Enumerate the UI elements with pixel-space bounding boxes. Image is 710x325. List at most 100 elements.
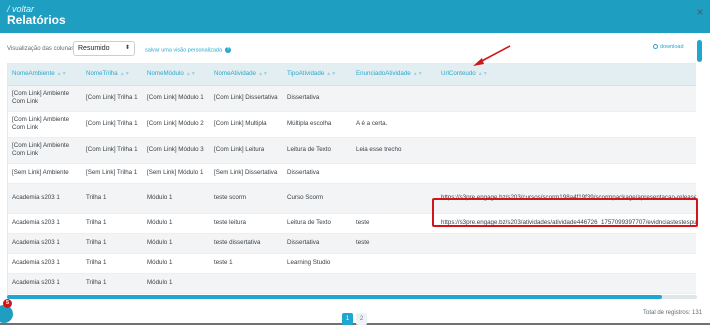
table-cell: Trilha 1	[82, 233, 143, 254]
table-cell: Módulo 1	[143, 233, 210, 254]
table-cell: Leia esse trecho	[352, 137, 437, 164]
sort-icon[interactable]: ▲▼	[413, 71, 423, 77]
table-cell: Academia s203 1	[8, 273, 82, 294]
table-cell	[437, 163, 696, 184]
table-cell	[352, 253, 437, 274]
table-cell	[210, 273, 283, 294]
table-row: [Com Link] Ambiente Com Link [Com Link] …	[8, 137, 696, 164]
table-cell: Learning Studio	[283, 253, 352, 274]
sort-icon[interactable]: ▲▼	[120, 71, 130, 77]
table-cell: teste	[352, 213, 437, 234]
column-view-select[interactable]: Resumido ⬍	[73, 41, 135, 56]
table-header: NomeAmbiente ▲▼ NomeTrilha ▲▼ NomeMódulo ▲▼…	[8, 63, 696, 86]
table-cell: Leitura de Texto	[283, 137, 352, 164]
save-view-label: salvar uma visão personalizada	[145, 47, 223, 54]
table-cell: [Com Link] Módulo 3	[143, 137, 210, 164]
column-header[interactable]: NomeAtividade ▲▼	[210, 63, 283, 86]
table-body: [Com Link] Ambiente Com Link [Com Link] …	[8, 85, 696, 294]
reports-modal: / voltar Relatórios × Visualização das c…	[0, 0, 710, 325]
table-cell: Curso Scorm	[283, 183, 352, 214]
table-row: Academia s203 1 Trilha 1 Módulo 1 teste …	[8, 253, 696, 274]
table-cell: Trilha 1	[82, 253, 143, 274]
table-cell: A é a certa.	[352, 111, 437, 138]
table-cell	[352, 85, 437, 112]
table-cell: [Com Link] Dissertativa	[210, 85, 283, 112]
report-table: NomeAmbiente ▲▼ NomeTrilha ▲▼ NomeMódulo ▲▼…	[8, 63, 696, 294]
table-row: Academia s203 1 Trilha 1 Módulo 1	[8, 273, 696, 294]
horizontal-scrollbar[interactable]	[7, 295, 697, 299]
column-header[interactable]: NomeMódulo ▲▼	[143, 63, 210, 86]
sort-icon[interactable]: ▲▼	[326, 71, 336, 77]
sort-icon[interactable]: ▲▼	[186, 71, 196, 77]
table-cell: Módulo 1	[143, 273, 210, 294]
column-header[interactable]: TipoAtividade ▲▼	[283, 63, 352, 86]
table-cell	[437, 233, 696, 254]
column-header[interactable]: NomeAmbiente ▲▼	[8, 63, 82, 86]
table-cell: teste dissertativa	[210, 233, 283, 254]
download-icon	[653, 44, 658, 50]
table-cell: [Com Link] Ambiente Com Link	[8, 85, 82, 112]
table-row: Academia s203 1 Trilha 1 Módulo 1 teste …	[8, 233, 696, 254]
table-cell: Trilha 1	[82, 213, 143, 234]
save-view-link[interactable]: salvar uma visão personalizada?	[145, 47, 232, 54]
sort-icon[interactable]: ▲▼	[258, 71, 268, 77]
column-view-value: Resumido	[78, 45, 110, 52]
total-records: Total de registros: 131	[643, 310, 703, 316]
horizontal-scrollbar-thumb[interactable]	[7, 295, 662, 299]
table-cell: [Com Link] Leitura	[210, 137, 283, 164]
toolbar: Visualização das colunas: Resumido ⬍ sal…	[0, 40, 710, 60]
table-cell	[437, 85, 696, 112]
table-row: [Com Link] Ambiente Com Link [Com Link] …	[8, 111, 696, 138]
table-row: Academia s203 1 Trilha 1 Módulo 1 teste …	[8, 183, 696, 214]
table-cell: [Com Link] Multipla	[210, 111, 283, 138]
table-cell: Trilha 1	[82, 183, 143, 214]
vertical-scrollbar[interactable]	[697, 40, 702, 62]
table-cell: Trilha 1	[82, 273, 143, 294]
table-cell: [Com Link] Módulo 2	[143, 111, 210, 138]
table-cell: teste	[352, 233, 437, 254]
table-cell	[437, 253, 696, 274]
table-cell: teste 1	[210, 253, 283, 274]
table-cell: Leitura de Texto	[283, 213, 352, 234]
table-row: Academia s203 1 Trilha 1 Módulo 1 teste …	[8, 213, 696, 234]
close-icon[interactable]: ×	[694, 6, 706, 18]
table-cell	[352, 273, 437, 294]
column-view-label: Visualização das colunas:	[7, 46, 76, 52]
table-cell: [Com Link] Ambiente Com Link	[8, 137, 82, 164]
vertical-scrollbar-thumb[interactable]	[697, 40, 702, 62]
table-cell: Academia s203 1	[8, 213, 82, 234]
sort-icon[interactable]: ▲▼	[57, 71, 67, 77]
table-cell: teste scorm	[210, 183, 283, 214]
modal-header: / voltar Relatórios	[0, 0, 710, 33]
table-cell: [Sem Link] Módulo 1	[143, 163, 210, 184]
table-cell	[437, 111, 696, 138]
table-cell: [Sem Link] Ambiente	[8, 163, 82, 184]
table-cell	[437, 273, 696, 294]
table-cell: Academia s203 1	[8, 233, 82, 254]
annotation-arrow-icon	[473, 45, 511, 66]
table-cell: Academia s203 1	[8, 183, 82, 214]
table-cell: Dissertativa	[283, 163, 352, 184]
table-cell: [Com Link] Módulo 1	[143, 85, 210, 112]
table-cell: [Com Link] Trilha 1	[82, 111, 143, 138]
page-button-1[interactable]: 1	[342, 313, 353, 325]
url-content-cell: https://s3pre.engage.bz/s203/atividades/…	[437, 213, 696, 234]
page-button-2[interactable]: 2	[356, 313, 367, 325]
table-row: [Sem Link] Ambiente [Sem Link] Trilha 1 …	[8, 163, 696, 184]
table-cell: teste leitura	[210, 213, 283, 234]
sort-icon[interactable]: ▲▼	[478, 71, 488, 77]
table-cell: Módulo 1	[143, 253, 210, 274]
page-title: Relatórios	[7, 13, 66, 27]
table-cell: [Com Link] Ambiente Com Link	[8, 111, 82, 138]
download-button[interactable]: download	[653, 44, 684, 50]
table-cell	[352, 183, 437, 214]
table-cell: [Com Link] Trilha 1	[82, 137, 143, 164]
pagination: 12	[342, 307, 370, 325]
table-cell	[352, 163, 437, 184]
column-header[interactable]: NomeTrilha ▲▼	[82, 63, 143, 86]
help-icon[interactable]: ?	[225, 47, 232, 53]
table-cell: Dissertativa	[283, 85, 352, 112]
table-cell: Academia s203 1	[8, 253, 82, 274]
chevron-down-icon: ⬍	[124, 45, 130, 51]
column-header[interactable]: EnunciadoAtividade ▲▼	[352, 63, 437, 86]
